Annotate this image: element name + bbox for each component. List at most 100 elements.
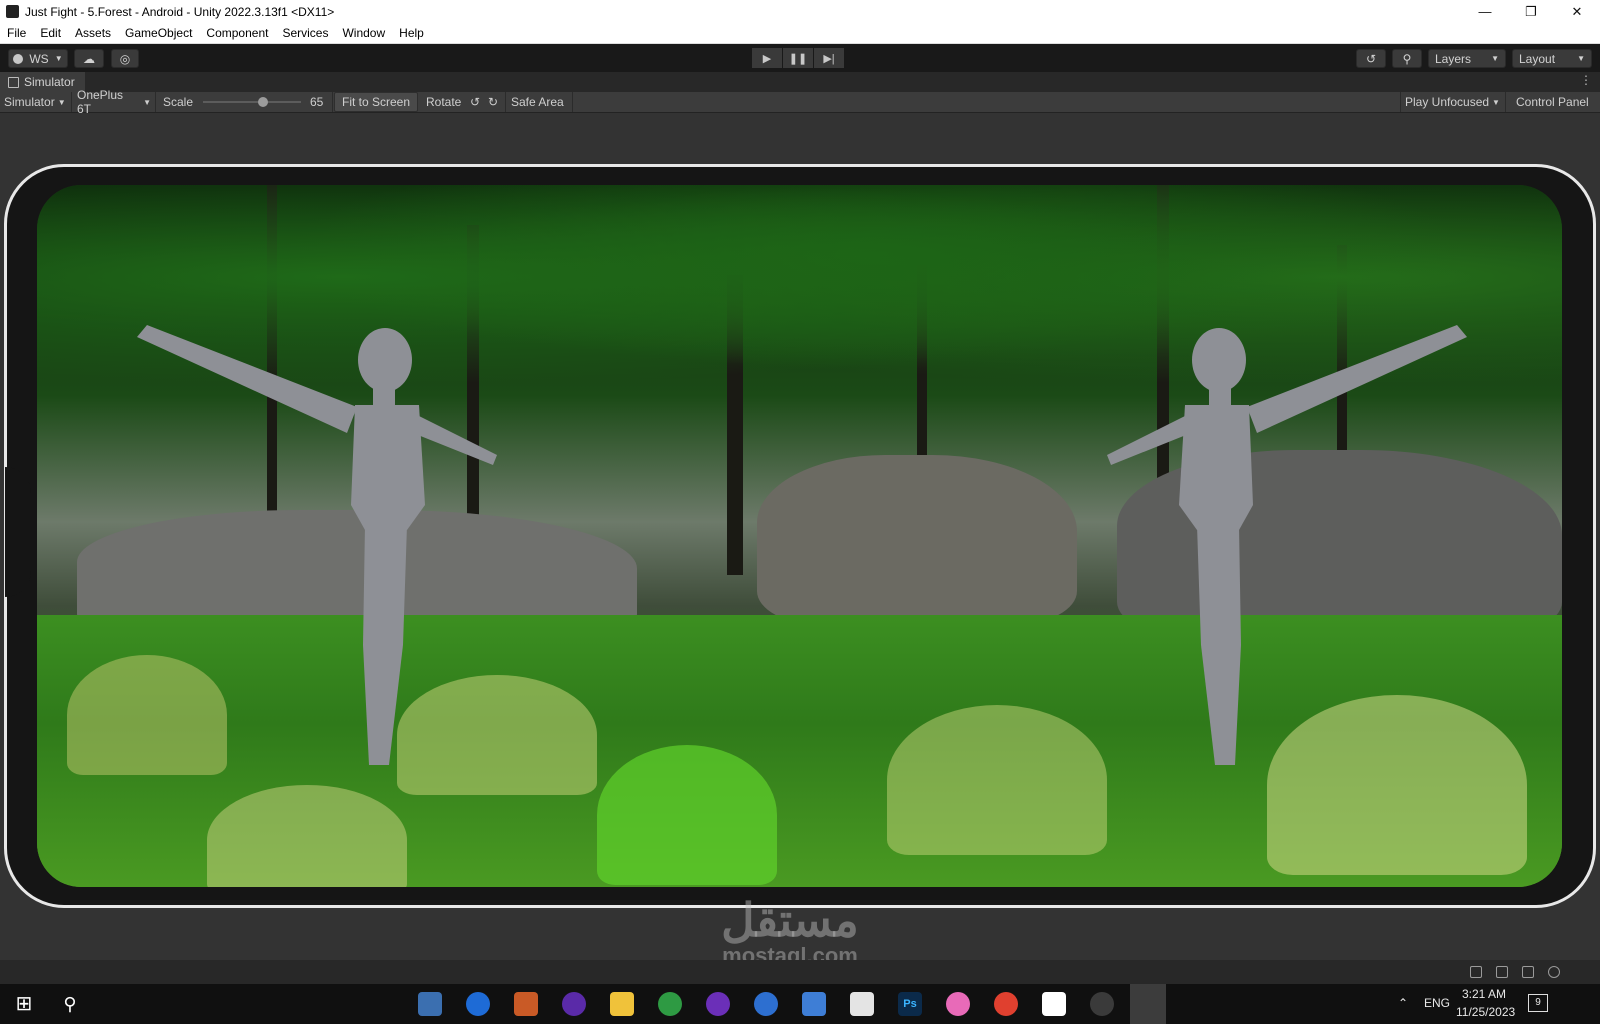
mannequin-left xyxy=(137,325,497,765)
app-icon-8[interactable] xyxy=(754,992,778,1016)
main-toolbar: WS ▼ ☁ ◎ ▶ ❚❚ ▶| ↺ ⚲ Layers ▼ Layout ▼ xyxy=(0,44,1600,72)
restore-button[interactable]: ❐ xyxy=(1508,0,1554,23)
undo-history-button[interactable]: ↺ xyxy=(1356,49,1386,68)
file-explorer-icon[interactable] xyxy=(610,992,634,1016)
watermark: مستقل mostaql.com xyxy=(690,895,890,967)
menu-file[interactable]: File xyxy=(0,26,33,40)
search-button[interactable]: ⚲ xyxy=(1392,49,1422,68)
layers-label: Layers xyxy=(1435,51,1472,66)
language-indicator[interactable]: ENG xyxy=(1424,996,1450,1010)
app-icon-3[interactable] xyxy=(514,992,538,1016)
chevron-down-icon: ▼ xyxy=(143,97,151,107)
clock-date[interactable]: 11/25/2023 xyxy=(1456,1005,1515,1019)
capcut-icon[interactable] xyxy=(1042,992,1066,1016)
menu-component[interactable]: Component xyxy=(199,26,275,40)
tab-label: Simulator xyxy=(24,75,75,89)
scale-slider-track[interactable] xyxy=(203,101,301,103)
device-notch xyxy=(5,467,31,597)
chrome-icon[interactable] xyxy=(658,992,682,1016)
chevron-down-icon: ▼ xyxy=(54,54,63,63)
collab-icon: ◎ xyxy=(119,51,131,66)
device-label: OnePlus 6T xyxy=(77,88,124,116)
photoshop-icon[interactable]: Ps xyxy=(898,992,922,1016)
chevron-down-icon: ▼ xyxy=(1492,97,1500,107)
windows-start-icon[interactable]: ⊞ xyxy=(12,992,36,1016)
simulator-icon xyxy=(8,76,19,88)
cloud-icon: ☁ xyxy=(83,51,95,66)
app-icon-4[interactable] xyxy=(562,992,586,1016)
clock-time[interactable]: 3:21 AM xyxy=(1462,987,1506,1001)
network-icon[interactable] xyxy=(1522,966,1534,978)
github-desktop-icon[interactable] xyxy=(706,992,730,1016)
menu-gameobject[interactable]: GameObject xyxy=(118,26,199,40)
app-icon-1[interactable] xyxy=(418,992,442,1016)
chevron-down-icon: ▼ xyxy=(1577,54,1585,63)
tab-simulator[interactable]: Simulator xyxy=(0,72,85,92)
menu-services[interactable]: Services xyxy=(275,26,335,40)
simulator-toolbar: Simulator ▼ OnePlus 6T ▼ Scale 65 Fit to… xyxy=(0,88,1600,116)
close-button[interactable]: ✕ xyxy=(1554,0,1600,23)
play-button[interactable]: ▶ xyxy=(752,48,782,68)
menu-edit[interactable]: Edit xyxy=(33,26,68,40)
mannequin-right xyxy=(1107,325,1467,765)
rotate-right-icon[interactable]: ↻ xyxy=(484,92,506,112)
history-icon: ↺ xyxy=(1365,51,1377,66)
step-icon: ▶| xyxy=(823,52,835,65)
tray-chevron-up-icon[interactable]: ⌃ xyxy=(1398,996,1408,1010)
menu-assets[interactable]: Assets xyxy=(68,26,118,40)
play-mode-dropdown[interactable]: Play Unfocused ▼ xyxy=(1400,92,1506,112)
rock-center xyxy=(757,455,1077,625)
watermark-arabic: مستقل xyxy=(721,894,859,946)
editor-tab-bar: Simulator ⋮ xyxy=(0,72,1600,92)
app-icon-9[interactable] xyxy=(802,992,826,1016)
control-panel-button[interactable]: Control Panel xyxy=(1512,92,1593,112)
app-icon-12[interactable] xyxy=(946,992,970,1016)
scale-label: Scale xyxy=(163,95,194,109)
safe-area-toggle[interactable]: Safe Area xyxy=(507,92,573,112)
chevron-down-icon: ▼ xyxy=(57,97,66,107)
game-view-screen[interactable] xyxy=(37,185,1562,887)
teamviewer-icon[interactable] xyxy=(466,992,490,1016)
collab-button[interactable]: ◎ xyxy=(111,49,139,68)
notification-center-icon[interactable]: 9 xyxy=(1528,994,1548,1012)
account-icon xyxy=(13,53,24,64)
layout-dropdown[interactable]: Layout ▼ xyxy=(1512,49,1592,68)
grass-tuft xyxy=(597,745,777,885)
account-dropdown[interactable]: WS ▼ xyxy=(8,49,68,68)
menu-window[interactable]: Window xyxy=(335,26,392,40)
debug-icon[interactable] xyxy=(1470,966,1482,978)
cloud-button[interactable]: ☁ xyxy=(74,49,104,68)
device-dropdown[interactable]: OnePlus 6T ▼ xyxy=(73,88,156,116)
scale-slider-thumb[interactable] xyxy=(258,97,268,107)
search-icon[interactable]: ⚲ xyxy=(58,992,82,1016)
app-icon-13[interactable] xyxy=(994,992,1018,1016)
fit-to-screen-button[interactable]: Fit to Screen xyxy=(334,92,418,112)
unity-editor-taskbar-button[interactable] xyxy=(1130,984,1166,1024)
simulator-mode-dropdown[interactable]: Simulator ▼ xyxy=(0,92,72,112)
search-icon: ⚲ xyxy=(1402,51,1412,66)
windows-taskbar: ⊞ ⚲ Ps ⌃ ENG 3:21 AM 11/25/2023 9 xyxy=(0,984,1600,1024)
layers-dropdown[interactable]: Layers ▼ xyxy=(1428,49,1506,68)
rotate-left-icon[interactable]: ↺ xyxy=(466,92,484,112)
playback-controls: ▶ ❚❚ ▶| xyxy=(752,48,844,68)
window-title: Just Fight - 5.Forest - Android - Unity … xyxy=(25,4,335,19)
layout-label: Layout xyxy=(1519,51,1556,66)
menu-help[interactable]: Help xyxy=(392,26,431,40)
step-button[interactable]: ▶| xyxy=(814,48,844,68)
grass-tuft xyxy=(887,705,1107,855)
minimize-button[interactable]: — xyxy=(1462,0,1508,23)
scale-value: 65 xyxy=(306,92,333,112)
obs-icon[interactable] xyxy=(1090,992,1114,1016)
unity-hub-icon[interactable] xyxy=(850,992,874,1016)
rotate-label: Rotate xyxy=(426,95,462,109)
pause-button[interactable]: ❚❚ xyxy=(783,48,813,68)
simulator-mode-label: Simulator xyxy=(4,95,55,109)
grass-tuft xyxy=(207,785,407,887)
more-options-icon[interactable]: ⋮ xyxy=(1580,73,1592,87)
database-icon[interactable] xyxy=(1496,966,1508,978)
editor-status-bar xyxy=(0,960,1600,984)
pause-icon: ❚❚ xyxy=(788,52,808,65)
account-label: WS xyxy=(29,51,49,66)
check-icon[interactable] xyxy=(1548,966,1560,978)
unity-logo-icon xyxy=(6,5,19,18)
